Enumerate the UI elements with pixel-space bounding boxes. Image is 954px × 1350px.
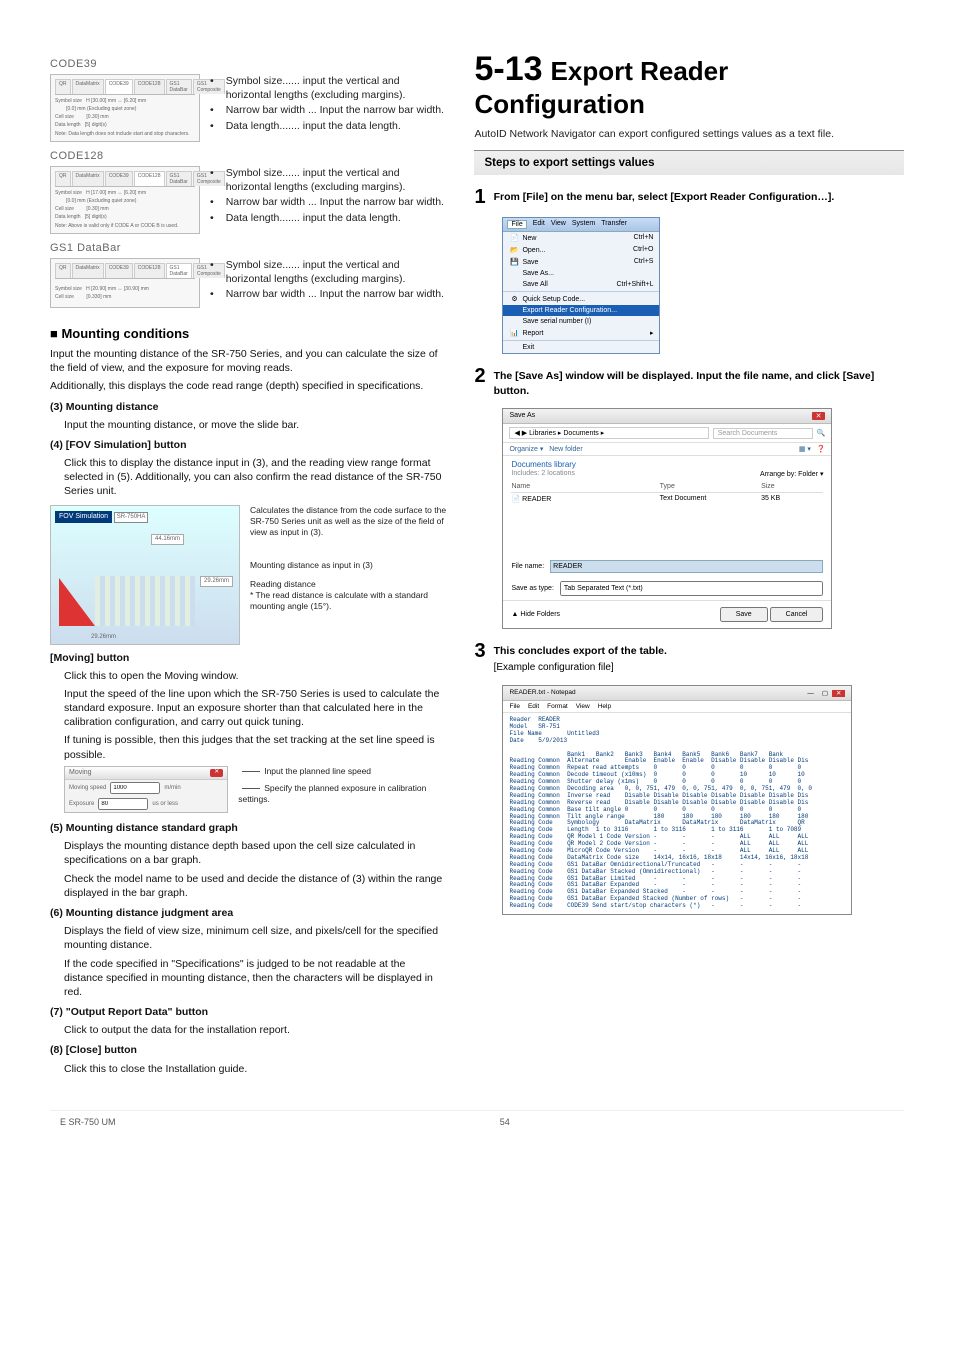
moving-annotations: Input the planned line speed Specify the… <box>238 766 446 809</box>
menu-item-saveas[interactable]: Save As... <box>503 268 659 279</box>
menu-item-quicksetup[interactable]: ⚙Quick Setup Code... <box>503 293 659 305</box>
page-title: 5-13Export Reader Configuration <box>474 50 904 120</box>
menu-view[interactable]: View <box>551 220 566 229</box>
col-size[interactable]: Size <box>761 483 823 490</box>
step-3: 3 This concludes export of the table. [E… <box>474 641 904 675</box>
fov-annotations: Calculates the distance from the code su… <box>250 505 446 616</box>
search-input[interactable]: Search Documents <box>713 428 813 439</box>
step-1: 1 From [File] on the menu bar, select [E… <box>474 187 904 207</box>
close-icon[interactable]: ✕ <box>812 412 826 420</box>
arrange-by-dropdown[interactable]: Arrange by: Folder ▾ <box>760 470 823 481</box>
fig-saveas-window: Save As✕ ◀ ▶ Libraries ▸ Documents ▸ Sea… <box>502 408 832 629</box>
col-type[interactable]: Type <box>660 483 754 490</box>
file-row[interactable]: 📄 READER Text Document 35 KB <box>511 493 823 505</box>
library-title: Documents library <box>511 460 823 469</box>
exposure-input[interactable] <box>98 798 148 810</box>
notepad-content: Reader READER Model SR-751 File Name Unt… <box>503 713 851 914</box>
search-icon: 🔍 <box>817 429 826 437</box>
mounting-body: Input the mounting distance of the SR-75… <box>50 347 446 499</box>
page-footer: E SR-750 UM 54 <box>50 1110 904 1133</box>
menu-item-save[interactable]: 💾SaveCtrl+S <box>503 256 659 268</box>
file-icon: 📄 <box>509 234 519 242</box>
menu-transfer[interactable]: Transfer <box>601 220 627 229</box>
fig-file-menu: File Edit View System Transfer 📄NewCtrl+… <box>502 217 660 354</box>
fig-gs1-settings: QR DataMatrix CODE39 CODE128 GS1 DataBar… <box>50 258 200 308</box>
filename-input[interactable] <box>550 560 823 573</box>
np-menu-view[interactable]: View <box>576 703 590 710</box>
step-2: 2 The [Save As] window will be displayed… <box>474 366 904 398</box>
organize-button[interactable]: Organize ▾ <box>509 446 543 453</box>
steps-heading: Steps to export settings values <box>474 150 904 175</box>
chart-icon: 📊 <box>509 329 519 337</box>
bullets-code128: Symbol size...... input the vertical and… <box>210 166 446 226</box>
fig-moving-window: Moving✕ Moving speed m/min Exposure us o… <box>64 766 228 813</box>
menu-item-serial[interactable]: Save serial number (I) <box>503 316 659 327</box>
save-button[interactable]: Save <box>720 607 768 622</box>
close-icon: ✕ <box>210 769 223 777</box>
moving-speed-input[interactable] <box>110 782 160 794</box>
menu-item-exit[interactable]: Exit <box>503 342 659 353</box>
menu-item-report[interactable]: 📊Report▸ <box>503 327 659 339</box>
np-menu-file[interactable]: File <box>509 703 519 710</box>
intro-text: AutoID Network Navigator can export conf… <box>474 128 904 140</box>
menu-item-open[interactable]: 📂Open...Ctrl+O <box>503 244 659 256</box>
np-menu-format[interactable]: Format <box>547 703 568 710</box>
fig-code128-settings: QR DataMatrix CODE39 CODE128 GS1 DataBar… <box>50 166 200 234</box>
chevron-right-icon: ▸ <box>650 329 654 337</box>
bullets-gs1: Symbol size...... input the vertical and… <box>210 258 446 303</box>
menu-item-new[interactable]: 📄NewCtrl+N <box>503 232 659 244</box>
fig-code39-settings: QR DataMatrix CODE39 CODE128 GS1 DataBar… <box>50 74 200 142</box>
heading-code39: CODE39 <box>50 58 446 70</box>
np-menu-help[interactable]: Help <box>598 703 611 710</box>
menu-file[interactable]: File <box>507 220 526 229</box>
save-type-dropdown[interactable] <box>560 581 824 596</box>
heading-moving: [Moving] button <box>50 651 446 665</box>
heading-mounting: Mounting conditions <box>50 326 446 341</box>
fig-fov-simulation: FOV Simulation SR-750HA 44.16mm 29.26mm … <box>50 505 240 645</box>
hide-folders-button[interactable]: ▲ Hide Folders <box>511 611 560 618</box>
menu-item-saveall[interactable]: Save AllCtrl+Shift+L <box>503 279 659 290</box>
breadcrumb[interactable]: ◀ ▶ Libraries ▸ Documents ▸ <box>509 427 708 439</box>
col-name[interactable]: Name <box>511 483 651 490</box>
fig-notepad: READER.txt - Notepad—▢✕ File Edit Format… <box>502 685 852 915</box>
newfolder-button[interactable]: New folder <box>549 446 582 453</box>
bullets-code39: Symbol size...... input the vertical and… <box>210 74 446 134</box>
close-icon[interactable]: ✕ <box>832 690 845 697</box>
folder-icon: 📂 <box>509 246 519 254</box>
cancel-button[interactable]: Cancel <box>770 607 824 622</box>
menu-system[interactable]: System <box>572 220 595 229</box>
disk-icon: 💾 <box>509 258 519 266</box>
gear-icon: ⚙ <box>509 295 519 303</box>
heading-gs1: GS1 DataBar <box>50 242 446 254</box>
heading-code128: CODE128 <box>50 150 446 162</box>
menu-item-export-reader[interactable]: Export Reader Configuration... <box>503 305 659 316</box>
menu-edit[interactable]: Edit <box>533 220 545 229</box>
np-menu-edit[interactable]: Edit <box>528 703 539 710</box>
